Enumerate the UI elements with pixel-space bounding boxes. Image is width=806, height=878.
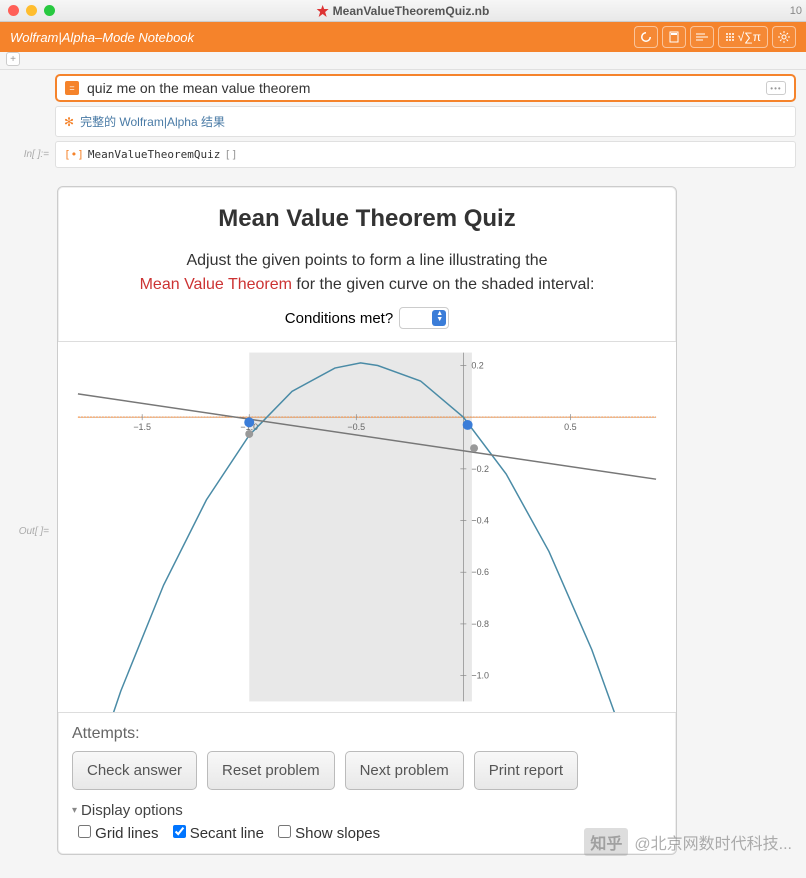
calculator-button[interactable] <box>662 26 686 48</box>
walpha-result-link[interactable]: ✻ 完整的 Wolfram|Alpha 结果 <box>55 106 796 137</box>
check-answer-button[interactable]: Check answer <box>72 751 197 790</box>
walpha-link-text: 完整的 Wolfram|Alpha 结果 <box>80 113 225 130</box>
notebook-header: Wolfram|Alpha–Mode Notebook √∑π <box>0 22 806 52</box>
svg-text:−0.5: −0.5 <box>347 422 365 432</box>
window-title: MeanValueTheoremQuiz.nb <box>317 4 490 18</box>
svg-text:−1.5: −1.5 <box>133 422 151 432</box>
desc-part2: for the given curve on the shaded interv… <box>292 276 594 293</box>
conditions-label: Conditions met? <box>285 310 393 327</box>
mvt-chart[interactable]: −1.5−1.0−0.50.50.2−0.2−0.4−0.6−0.8−1.0 <box>58 342 676 712</box>
out-label: Out[ ]= <box>0 186 55 537</box>
gridlines-check[interactable]: Grid lines <box>78 825 159 842</box>
code-function: MeanValueTheoremQuiz <box>88 148 220 161</box>
quiz-description: Adjust the given points to form a line i… <box>78 249 656 297</box>
add-cell-button[interactable]: + <box>6 52 20 66</box>
svg-text:−1.0: −1.0 <box>471 671 489 681</box>
output-row: Out[ ]= Mean Value Theorem Quiz Adjust t… <box>0 186 796 855</box>
bracket-icon: [•] <box>64 148 84 161</box>
quiz-header: Mean Value Theorem Quiz Adjust the given… <box>58 187 676 341</box>
quiz-panel: Mean Value Theorem Quiz Adjust the given… <box>57 186 677 855</box>
code-args: [] <box>224 148 237 161</box>
math-symbols-label: √∑π <box>738 30 761 44</box>
close-icon[interactable] <box>8 5 19 16</box>
window-controls <box>8 5 55 16</box>
reset-problem-button[interactable]: Reset problem <box>207 751 335 790</box>
notebook-mode-label: Wolfram|Alpha–Mode Notebook <box>10 30 194 45</box>
attempts-label: Attempts: <box>72 725 662 743</box>
svg-text:−0.8: −0.8 <box>471 619 489 629</box>
add-cell-row: + <box>0 52 806 70</box>
button-row: Check answer Reset problem Next problem … <box>72 751 662 790</box>
minimize-icon[interactable] <box>26 5 37 16</box>
svg-text:−0.2: −0.2 <box>471 464 489 474</box>
chevron-down-icon: ▾ <box>72 805 77 816</box>
conditions-select[interactable]: ▲▼ <box>399 307 449 329</box>
display-options-checks: Grid lines Secant line Show slopes <box>72 825 662 842</box>
chart-area[interactable]: −1.5−1.0−0.50.50.2−0.2−0.4−0.6−0.8−1.0 <box>58 341 676 713</box>
code-cell[interactable]: [•] MeanValueTheoremQuiz [] <box>55 141 796 168</box>
nl-input-text: quiz me on the mean value theorem <box>87 80 766 96</box>
zoom-icon[interactable] <box>44 5 55 16</box>
zoom-percent: 10 <box>790 5 802 17</box>
format-button[interactable] <box>690 26 714 48</box>
svg-text:0.2: 0.2 <box>471 360 483 370</box>
svg-text:0.5: 0.5 <box>564 422 576 432</box>
desc-part1: Adjust the given points to form a line i… <box>186 252 547 269</box>
svg-text:−0.4: −0.4 <box>471 516 489 526</box>
print-report-button[interactable]: Print report <box>474 751 578 790</box>
display-options-toggle[interactable]: ▾ Display options <box>72 802 662 819</box>
filename-label: MeanValueTheoremQuiz.nb <box>333 4 490 18</box>
refresh-button[interactable] <box>634 26 658 48</box>
settings-button[interactable] <box>772 26 796 48</box>
conditions-row: Conditions met? ▲▼ <box>78 307 656 329</box>
equal-icon: = <box>65 81 79 95</box>
wolfram-icon <box>317 5 329 17</box>
window-titlebar: MeanValueTheoremQuiz.nb 10 <box>0 0 806 22</box>
next-problem-button[interactable]: Next problem <box>345 751 464 790</box>
nl-input-cell[interactable]: = quiz me on the mean value theorem ••• <box>55 74 796 102</box>
secant-check[interactable]: Secant line <box>173 825 264 842</box>
more-button[interactable]: ••• <box>766 81 786 95</box>
slopes-check[interactable]: Show slopes <box>278 825 380 842</box>
header-tools: √∑π <box>634 26 796 48</box>
sun-icon: ✻ <box>64 115 74 129</box>
svg-text:−0.6: −0.6 <box>471 567 489 577</box>
display-options-label: Display options <box>81 802 183 819</box>
mvt-link[interactable]: Mean Value Theorem <box>140 276 292 293</box>
quiz-title: Mean Value Theorem Quiz <box>78 205 656 233</box>
quiz-footer: Attempts: Check answer Reset problem Nex… <box>58 713 676 854</box>
code-row: In[ ]:= [•] MeanValueTheoremQuiz [] <box>0 141 796 168</box>
math-input-button[interactable]: √∑π <box>718 26 768 48</box>
in-label: In[ ]:= <box>0 141 55 160</box>
